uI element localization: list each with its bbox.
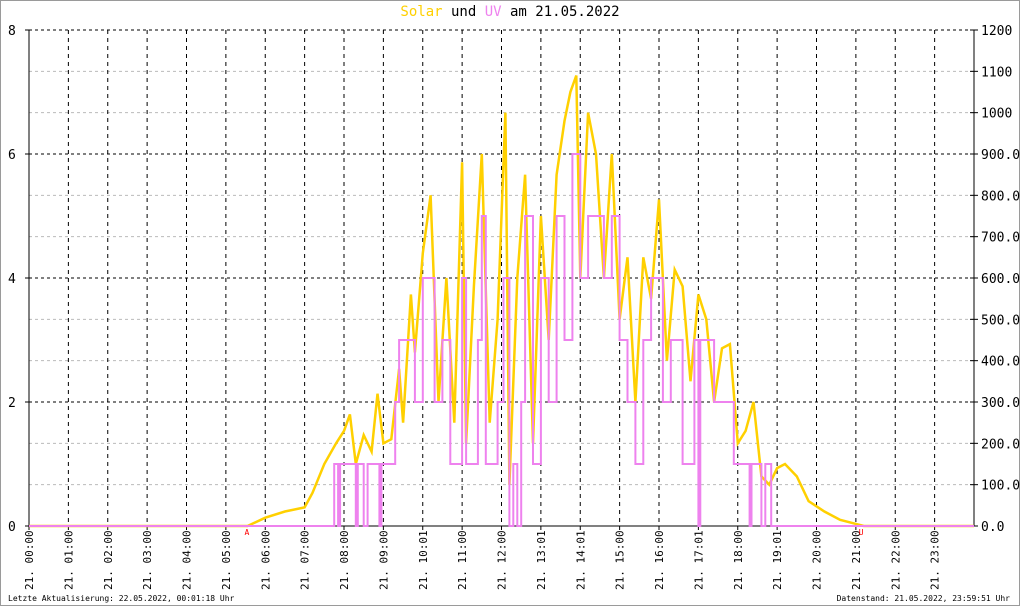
data-status-text: Datenstand: 21.05.2022, 23:59:51 Uhr	[836, 594, 1010, 603]
right-tick-label: 500.0	[981, 313, 1020, 328]
left-tick-label: 0	[8, 520, 16, 535]
left-tick-label: 6	[8, 148, 16, 163]
right-tick-label: 800.0	[981, 189, 1020, 204]
x-tick-label: 21. 11:00	[456, 530, 469, 590]
sunrise-marker: A	[245, 528, 250, 537]
x-tick-label: 21. 18:00	[732, 530, 745, 590]
x-tick-label: 21. 17:01	[692, 530, 705, 590]
x-tick-label: 21. 05:00	[220, 530, 233, 590]
x-tick-label: 21. 01:00	[62, 530, 75, 590]
x-tick-label: 21. 06:00	[259, 530, 272, 590]
right-tick-label: 200.0	[981, 437, 1020, 452]
x-tick-label: 21. 00:00	[23, 530, 36, 590]
x-tick-label: 21. 15:00	[614, 530, 627, 590]
right-tick-label: 400.0	[981, 355, 1020, 370]
right-tick-label: 1100	[981, 65, 1012, 80]
x-tick-label: 21. 23:00	[929, 530, 942, 590]
right-tick-label: 1200	[981, 24, 1012, 39]
right-tick-label: 1000	[981, 107, 1012, 122]
x-tick-label: 21. 08:00	[338, 530, 351, 590]
x-tick-label: 21. 12:00	[496, 530, 509, 590]
x-tick-label: 21. 04:00	[181, 530, 194, 590]
x-tick-label: 21. 19:01	[771, 530, 784, 590]
x-tick-label: 21. 07:00	[299, 530, 312, 590]
right-tick-label: 700.0	[981, 231, 1020, 246]
x-tick-label: 21. 14:01	[574, 530, 587, 590]
right-tick-label: 600.0	[981, 272, 1020, 287]
x-tick-label: 21. 02:00	[102, 530, 115, 590]
left-tick-label: 4	[8, 272, 16, 287]
x-tick-label: 21. 22:00	[889, 530, 902, 590]
chart-plot: 0 2 4 6 8 0.0 100.0 200.0 300.0 400.0 500.0 600.0 70…	[8, 24, 1020, 590]
x-tick-label: 21. 13:01	[535, 530, 548, 590]
left-tick-label: 2	[8, 396, 16, 411]
x-tick-label: 21. 03:00	[141, 530, 154, 590]
right-tick-label: 100.0	[981, 479, 1020, 494]
x-tick-label: 21. 20:00	[811, 530, 824, 590]
x-tick-label: 21. 16:00	[653, 530, 666, 590]
right-tick-label: 300.0	[981, 396, 1020, 411]
x-tick-label: 21. 21:00	[850, 530, 863, 590]
x-tick-label: 21. 09:00	[377, 530, 390, 590]
x-tick-label: 21. 10:01	[417, 530, 430, 590]
right-tick-label: 900.0	[981, 148, 1020, 163]
sunset-marker: U	[859, 528, 864, 537]
last-update-text: Letzte Aktualisierung: 22.05.2022, 00:01…	[8, 594, 235, 603]
left-tick-label: 8	[8, 24, 16, 39]
right-tick-label: 0.0	[981, 520, 1004, 535]
